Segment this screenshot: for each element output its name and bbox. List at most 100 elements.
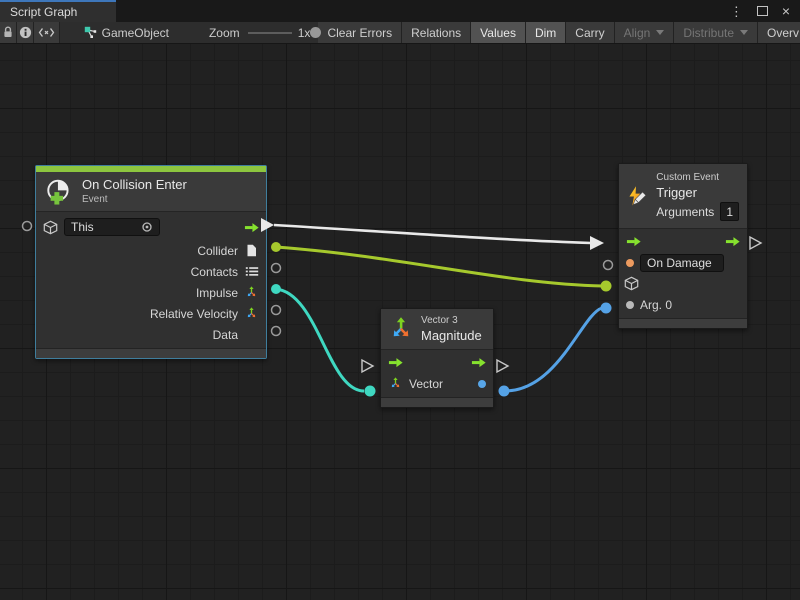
node-body: On Damage Arg. 0 [619, 229, 747, 318]
wire-flow-arrowhead [590, 236, 604, 250]
overview-button[interactable]: Overv [758, 22, 800, 43]
port-impulse-output[interactable] [271, 284, 281, 294]
port-row-data: Data [36, 324, 266, 345]
port-row-collider: Collider [36, 240, 266, 261]
custom-event-icon [627, 183, 648, 210]
unity-script-graph-window: Script Graph ⋮ × [0, 0, 800, 600]
gameobject-cube-icon [43, 220, 58, 234]
node-body: This Collider [36, 212, 266, 348]
gameobject-cube-icon [624, 277, 639, 291]
node-header: Custom Event Trigger Arguments 1 [619, 164, 747, 229]
relations-button[interactable]: Relations [402, 22, 471, 43]
close-icon[interactable]: × [782, 4, 790, 18]
lock-button[interactable] [0, 22, 17, 43]
values-toggle[interactable]: Values [471, 22, 526, 43]
distribute-dropdown[interactable]: Distribute [674, 22, 758, 43]
chevron-down-icon [656, 30, 664, 35]
port-relative-velocity-output[interactable] [272, 306, 281, 315]
node-footer [619, 318, 747, 328]
port-trigger-arg0-input[interactable] [601, 303, 612, 314]
flow-out-arrow-icon[interactable] [244, 220, 259, 234]
flow-out-arrow-icon[interactable] [471, 356, 486, 370]
tab-script-graph[interactable]: Script Graph [0, 0, 116, 22]
object-picker-icon[interactable] [141, 221, 153, 233]
info-icon [19, 26, 32, 39]
port-row-event-name: On Damage [619, 252, 747, 273]
flow-out-arrow-icon[interactable] [725, 235, 740, 249]
object-port-dot[interactable] [626, 301, 634, 309]
window-controls: ⋮ × [730, 0, 800, 22]
port-magnitude-vector-input[interactable] [365, 386, 376, 397]
vector-input-label: Vector [409, 377, 443, 391]
carry-toggle[interactable]: Carry [566, 22, 614, 43]
wire-flow[interactable] [274, 225, 591, 243]
target-field[interactable]: This [64, 218, 160, 236]
node-category: Custom Event [656, 171, 739, 185]
wire-impulse-to-vector[interactable] [276, 289, 364, 391]
vector3-icon [244, 307, 259, 321]
port-event-target-input[interactable] [23, 222, 32, 231]
clear-errors-button[interactable]: Clear Errors [318, 22, 402, 43]
tab-bar: Script Graph ⋮ × [0, 0, 800, 22]
empty-icon-slot [244, 328, 259, 342]
port-row-contacts: Contacts [36, 261, 266, 282]
string-port-dot[interactable] [626, 259, 634, 267]
float-output-dot[interactable] [478, 380, 486, 388]
port-data-output[interactable] [272, 327, 281, 336]
tab-strip-spacer [116, 0, 730, 22]
vector3-icon [244, 286, 259, 300]
flow-row [381, 352, 493, 373]
port-collider-output[interactable] [271, 242, 281, 252]
dim-toggle[interactable]: Dim [526, 22, 566, 43]
arguments-label: Arguments [656, 205, 714, 219]
node-on-collision-enter[interactable]: On Collision Enter Event This [35, 165, 267, 359]
tab-title: Script Graph [10, 5, 77, 19]
menu-icon[interactable]: ⋮ [730, 5, 743, 18]
zoom-slider[interactable] [248, 22, 292, 44]
node-category: Vector 3 [421, 314, 482, 328]
port-trigger-name-input[interactable] [604, 261, 613, 270]
event-name-field[interactable]: On Damage [640, 254, 724, 272]
port-row-arg0: Arg. 0 [619, 294, 747, 315]
code-icon [37, 27, 56, 38]
port-row-impulse: Impulse [36, 282, 266, 303]
target-row: This [36, 214, 266, 240]
node-footer [36, 348, 266, 358]
zoom-value: 1x [298, 22, 311, 43]
node-trigger-custom-event[interactable]: Custom Event Trigger Arguments 1 [618, 163, 748, 329]
toolbar-buttons: Clear Errors Relations Values Dim Carry … [318, 22, 800, 43]
inspect-button[interactable] [17, 22, 34, 43]
node-body: Vector [381, 350, 493, 397]
node-title: Trigger [656, 185, 739, 201]
node-magnitude[interactable]: Vector 3 Magnitude [380, 308, 494, 408]
port-magnitude-flow-out[interactable] [497, 360, 508, 372]
wire-magnitude-to-arg0[interactable] [505, 308, 602, 391]
port-contacts-output[interactable] [272, 264, 281, 273]
code-preview-button[interactable] [34, 22, 59, 43]
arg0-label: Arg. 0 [640, 298, 672, 312]
port-row-vector: Vector [381, 373, 493, 394]
vector3-icon [389, 317, 413, 341]
port-trigger-target-input[interactable] [601, 281, 612, 292]
align-dropdown[interactable]: Align [615, 22, 675, 43]
arguments-line: Arguments 1 [656, 202, 739, 221]
port-magnitude-output[interactable] [499, 386, 510, 397]
port-trigger-flow-out[interactable] [750, 237, 761, 249]
zoom-slider-handle[interactable] [310, 27, 321, 38]
vector3-icon [388, 377, 403, 391]
node-title: On Collision Enter [82, 177, 187, 193]
chevron-down-icon [740, 30, 748, 35]
graph-canvas[interactable]: On Collision Enter Event This [0, 44, 800, 600]
zoom-slider-track [248, 32, 292, 34]
arguments-field[interactable]: 1 [720, 202, 739, 221]
flow-in-arrow-icon[interactable] [388, 356, 403, 370]
port-magnitude-flow-in[interactable] [362, 360, 373, 372]
maximize-icon[interactable] [757, 6, 768, 16]
node-header: Vector 3 Magnitude [381, 309, 493, 350]
flow-in-arrow-icon[interactable] [626, 235, 641, 249]
wire-collider-to-target[interactable] [276, 247, 603, 286]
lock-icon [2, 26, 14, 39]
contacts-list-icon [244, 265, 259, 279]
graph-owner[interactable]: GameObject [84, 22, 169, 43]
node-title: Magnitude [421, 328, 482, 344]
